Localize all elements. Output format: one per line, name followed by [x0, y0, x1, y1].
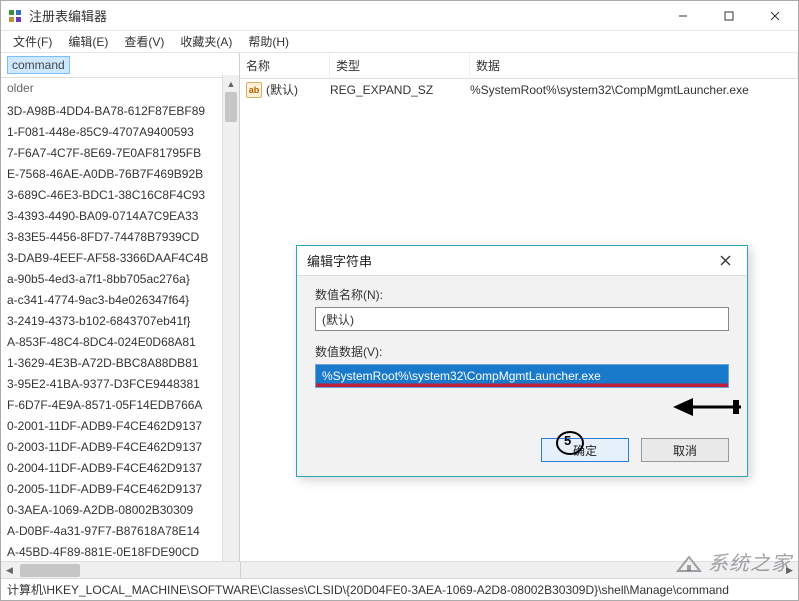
tree-item[interactable]: 0-2001-11DF-ADB9-F4CE462D9137 — [1, 416, 239, 437]
tree-item[interactable]: 3-2419-4373-b102-6843707eb41f} — [1, 311, 239, 332]
tree-item[interactable]: a-90b5-4ed3-a7f1-8bb705ac276a} — [1, 269, 239, 290]
col-header-data[interactable]: 数据 — [470, 53, 798, 78]
value-data-input[interactable] — [315, 364, 729, 388]
string-value-icon: ab — [246, 82, 262, 98]
tree-selected-node[interactable]: command — [7, 56, 70, 74]
tree-folder-label: older — [1, 78, 239, 99]
tree-item[interactable]: 3D-A98B-4DD4-BA78-612F87EBF89 — [1, 101, 239, 122]
col-header-name[interactable]: 名称 — [240, 53, 330, 78]
tree-item[interactable]: 1-3629-4E3B-A72D-BBC8A88DB81 — [1, 353, 239, 374]
menu-help[interactable]: 帮助(H) — [240, 31, 297, 52]
tree-item[interactable]: 3-689C-46E3-BDC1-38C16C8F4C93 — [1, 185, 239, 206]
tree-item[interactable]: a-c341-4774-9ac3-b4e026347f64} — [1, 290, 239, 311]
value-data: %SystemRoot%\system32\CompMgmtLauncher.e… — [470, 83, 798, 97]
dialog-titlebar[interactable]: 编辑字符串 — [297, 246, 747, 276]
menubar: 文件(F) 编辑(E) 查看(V) 收藏夹(A) 帮助(H) — [1, 31, 798, 53]
scroll-up-icon[interactable]: ▲ — [223, 75, 239, 92]
ok-button[interactable]: 确定 — [541, 438, 629, 462]
value-name: (默认) — [266, 81, 330, 98]
edit-string-dialog: 编辑字符串 数值名称(N): 数值数据(V): 确定 取消 — [296, 245, 748, 477]
menu-edit[interactable]: 编辑(E) — [60, 31, 116, 52]
window-titlebar: 注册表编辑器 — [1, 1, 798, 31]
menu-view[interactable]: 查看(V) — [116, 31, 172, 52]
tree-item[interactable]: 3-95E2-41BA-9377-D3FCE9448381 — [1, 374, 239, 395]
dialog-title: 编辑字符串 — [307, 251, 703, 270]
app-icon — [7, 8, 23, 24]
tree-item[interactable]: 3-DAB9-4EEF-AF58-3366DAAF4C4B — [1, 248, 239, 269]
tree-item[interactable]: 1-F081-448e-85C9-4707A9400593 — [1, 122, 239, 143]
tree-scrollbar[interactable]: ▲ ▼ — [222, 75, 239, 578]
tree-list[interactable]: 3D-A98B-4DD4-BA78-612F87EBF891-F081-448e… — [1, 99, 239, 578]
col-header-type[interactable]: 类型 — [330, 53, 470, 78]
cancel-button[interactable]: 取消 — [641, 438, 729, 462]
tree-item[interactable]: 3-83E5-4456-8FD7-74478B7939CD — [1, 227, 239, 248]
menu-favorites[interactable]: 收藏夹(A) — [172, 31, 240, 52]
scroll-thumb[interactable] — [225, 92, 237, 122]
tree-header: command — [1, 53, 239, 78]
value-name-label: 数值名称(N): — [315, 286, 729, 303]
tree-item[interactable]: A-45BD-4F89-881E-0E18FDE90CD — [1, 542, 239, 563]
annotation-step-number: 5 — [564, 433, 571, 448]
value-row[interactable]: ab (默认) REG_EXPAND_SZ %SystemRoot%\syste… — [240, 79, 798, 100]
tree-item[interactable]: F-6D7F-4E9A-8571-05F14EDB766A — [1, 395, 239, 416]
value-type: REG_EXPAND_SZ — [330, 83, 470, 97]
tree-item[interactable]: A-D0BF-4a31-97F7-B87618A78E14 — [1, 521, 239, 542]
tree-item[interactable]: 0-2003-11DF-ADB9-F4CE462D9137 — [1, 437, 239, 458]
tree-panel: command older 3D-A98B-4DD4-BA78-612F87EB… — [1, 53, 240, 578]
menu-file[interactable]: 文件(F) — [5, 31, 60, 52]
tree-item[interactable]: 7-F6A7-4C7F-8E69-7E0AF81795FB — [1, 143, 239, 164]
dialog-close-button[interactable] — [703, 246, 747, 276]
tree-item[interactable]: 0-2005-11DF-ADB9-F4CE462D9137 — [1, 479, 239, 500]
horizontal-scrollbar[interactable]: ◀ ▶ — [1, 561, 798, 578]
minimize-button[interactable] — [660, 1, 706, 31]
column-headers: 名称 类型 数据 — [240, 53, 798, 79]
maximize-button[interactable] — [706, 1, 752, 31]
hscroll-thumb-left[interactable] — [20, 564, 80, 577]
tree-item[interactable]: A-853F-48C4-8DC4-024E0D68A81 — [1, 332, 239, 353]
hscroll-left-icon[interactable]: ◀ — [1, 562, 18, 579]
statusbar-path: 计算机\HKEY_LOCAL_MACHINE\SOFTWARE\Classes\… — [7, 581, 729, 598]
tree-item[interactable]: 3-4393-4490-BA09-0714A7C9EA33 — [1, 206, 239, 227]
value-data-label: 数值数据(V): — [315, 343, 729, 360]
tree-item[interactable]: E-7568-46AE-A0DB-76B7F469B92B — [1, 164, 239, 185]
window-title: 注册表编辑器 — [29, 6, 660, 25]
value-name-input[interactable] — [315, 307, 729, 331]
tree-item[interactable]: 0-3AEA-1069-A2DB-08002B30309 — [1, 500, 239, 521]
statusbar: 计算机\HKEY_LOCAL_MACHINE\SOFTWARE\Classes\… — [1, 578, 798, 600]
hscroll-right-icon[interactable]: ▶ — [781, 562, 798, 579]
tree-item[interactable]: 0-2004-11DF-ADB9-F4CE462D9137 — [1, 458, 239, 479]
close-button[interactable] — [752, 1, 798, 31]
